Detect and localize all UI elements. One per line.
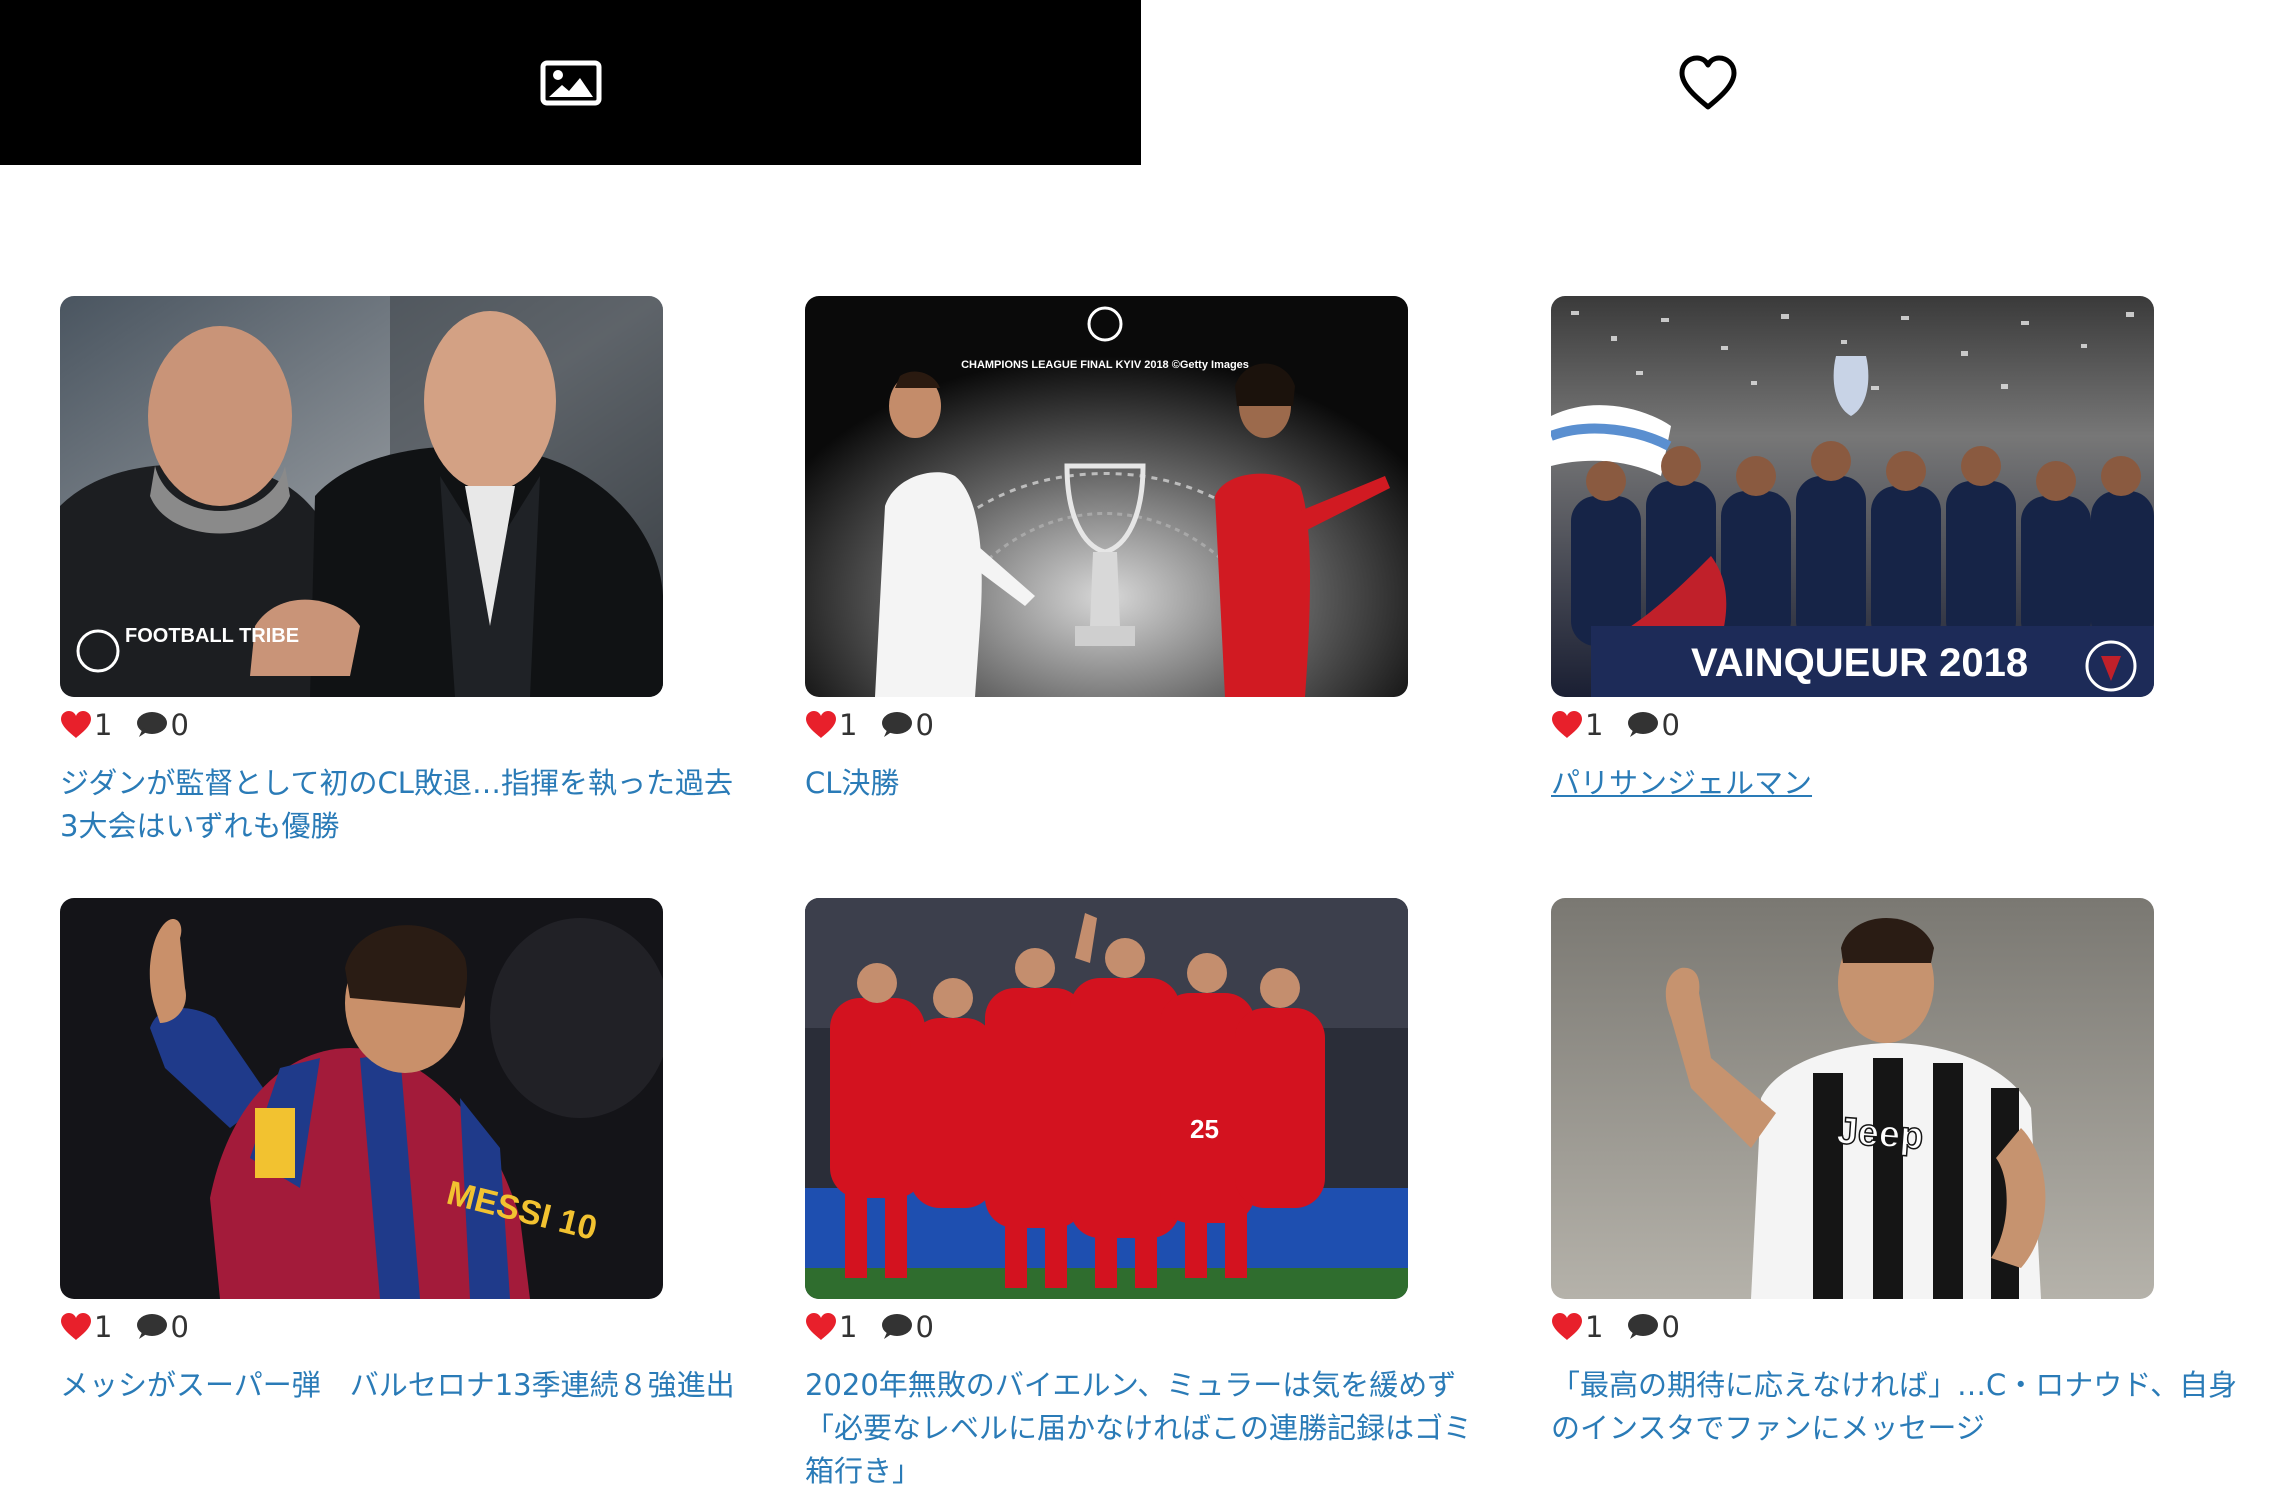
heart-icon	[60, 1313, 92, 1341]
image-banner-text: VAINQUEUR 2018	[1691, 641, 2028, 685]
like-count[interactable]: 1	[60, 1310, 112, 1344]
like-count[interactable]: 1	[805, 1310, 857, 1344]
article-grid: FOOTBALL TRIBE 1 0 ジダンが監督として初のCL敗退…指揮を執っ…	[0, 0, 2274, 1503]
article-title-link[interactable]: 「最高の期待に応えなければ」…C・ロナウド、自身のインスタでファンにメッセージ	[1551, 1364, 2241, 1450]
image-caption: CHAMPIONS LEAGUE FINAL KYIV 2018 ©Getty …	[961, 359, 1249, 371]
heart-icon	[1551, 711, 1583, 739]
heart-icon	[60, 711, 92, 739]
article-title-link[interactable]: CL決勝	[805, 762, 1495, 805]
comment-count[interactable]: 0	[879, 708, 934, 742]
comment-icon	[134, 1313, 168, 1341]
image-watermark: FOOTBALL TRIBE	[125, 625, 299, 647]
comment-count[interactable]: 0	[134, 708, 189, 742]
image-sponsor-text: Jeep	[1835, 1110, 1924, 1158]
comment-icon	[1625, 711, 1659, 739]
comment-icon	[879, 711, 913, 739]
article-thumbnail[interactable]: 25	[805, 898, 1408, 1299]
article-stats: 1 0	[805, 1307, 934, 1347]
heart-icon	[805, 711, 837, 739]
article-thumbnail[interactable]: VAINQUEUR 2018	[1551, 296, 2154, 697]
article-stats: 1 0	[60, 1307, 189, 1347]
photo-cl-final: CHAMPIONS LEAGUE FINAL KYIV 2018 ©Getty …	[805, 296, 1408, 697]
like-count[interactable]: 1	[1551, 1310, 1603, 1344]
like-count[interactable]: 1	[805, 708, 857, 742]
article-thumbnail[interactable]: Jeep	[1551, 898, 2154, 1299]
photo-bayern: 25	[805, 898, 1408, 1299]
article-title-link[interactable]: ジダンが監督として初のCL敗退…指揮を執った過去3大会はいずれも優勝	[60, 762, 750, 848]
comment-icon	[134, 711, 168, 739]
photo-ronaldo: Jeep	[1551, 898, 2154, 1299]
comment-count[interactable]: 0	[879, 1310, 934, 1344]
heart-icon	[1551, 1313, 1583, 1341]
comment-icon	[879, 1313, 913, 1341]
photo-psg-celebration: VAINQUEUR 2018	[1551, 296, 2154, 697]
article-stats: 1 0	[1551, 705, 1680, 745]
article-stats: 1 0	[60, 705, 189, 745]
article-stats: 1 0	[1551, 1307, 1680, 1347]
like-count[interactable]: 1	[60, 708, 112, 742]
heart-icon	[805, 1313, 837, 1341]
comment-icon	[1625, 1313, 1659, 1341]
article-title-link[interactable]: 2020年無敗のバイエルン、ミュラーは気を緩めず「必要なレベルに届かなければこの…	[805, 1364, 1495, 1493]
comment-count[interactable]: 0	[1625, 1310, 1680, 1344]
photo-messi: MESSI 10	[60, 898, 663, 1299]
article-thumbnail[interactable]: MESSI 10	[60, 898, 663, 1299]
article-thumbnail[interactable]: CHAMPIONS LEAGUE FINAL KYIV 2018 ©Getty …	[805, 296, 1408, 697]
comment-count[interactable]: 0	[1625, 708, 1680, 742]
photo-coaches: FOOTBALL TRIBE	[60, 296, 663, 697]
like-count[interactable]: 1	[1551, 708, 1603, 742]
article-title-link[interactable]: パリサンジェルマン	[1551, 762, 2241, 805]
article-stats: 1 0	[805, 705, 934, 745]
article-thumbnail[interactable]: FOOTBALL TRIBE	[60, 296, 663, 697]
comment-count[interactable]: 0	[134, 1310, 189, 1344]
article-title-link[interactable]: メッシがスーパー弾 バルセロナ13季連続８強進出	[60, 1364, 750, 1407]
image-jersey-number: 25	[1190, 1114, 1219, 1144]
